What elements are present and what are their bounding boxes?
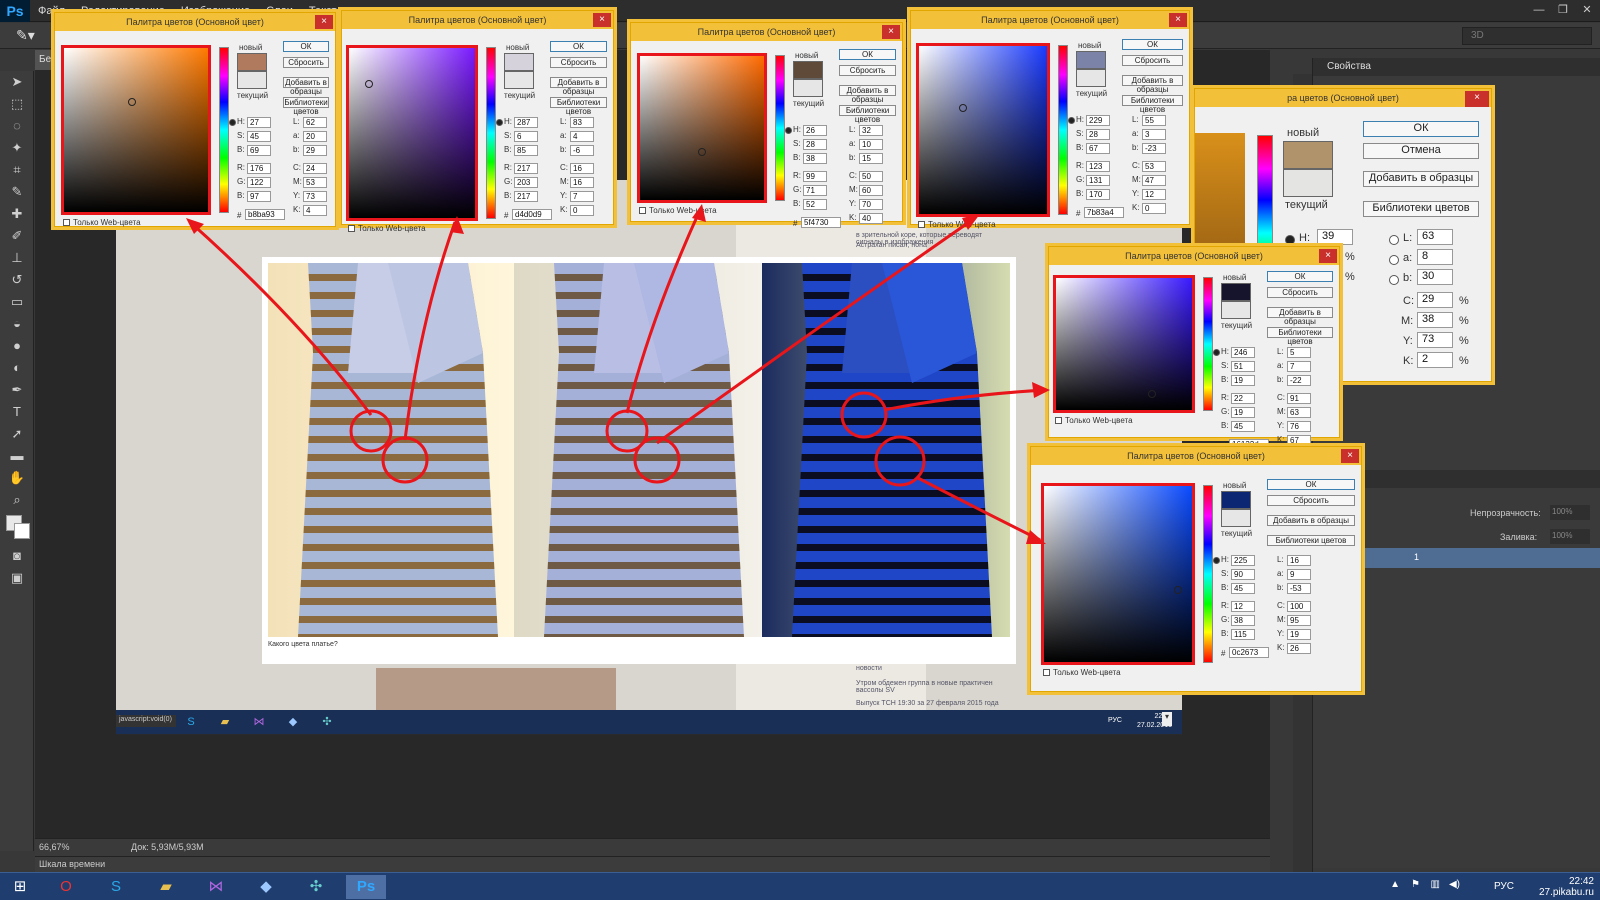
visual-studio-icon[interactable]: ⋈ bbox=[196, 875, 236, 899]
opera-icon[interactable]: O bbox=[46, 875, 86, 899]
screen: Ps Файл Редактирование Изображение Слои … bbox=[0, 0, 1600, 900]
clock[interactable]: 22:42 27.pikabu.ru bbox=[1539, 876, 1594, 898]
arrow-2 bbox=[403, 221, 457, 441]
arrow-4 bbox=[656, 216, 976, 445]
windows-icon[interactable]: ⊞ bbox=[0, 875, 40, 899]
language-indicator[interactable]: РУС bbox=[1494, 881, 1514, 892]
circle-6 bbox=[874, 435, 926, 487]
flag-icon[interactable]: ⚑ bbox=[1411, 879, 1420, 890]
arrow-3 bbox=[625, 209, 702, 414]
arrowhead-3 bbox=[692, 204, 706, 222]
dev-icon[interactable]: ✣ bbox=[296, 875, 336, 899]
arrow-1 bbox=[189, 220, 373, 416]
clock-time: 22:42 bbox=[1568, 876, 1594, 887]
circle-4 bbox=[633, 436, 681, 484]
arrowhead-5 bbox=[1032, 382, 1050, 398]
network-icon[interactable]: ▥ bbox=[1431, 879, 1440, 890]
annotation-overlay bbox=[186, 204, 1050, 544]
circle-1 bbox=[349, 409, 393, 453]
arrowhead-6 bbox=[1026, 530, 1046, 544]
windows-taskbar: ⊞ O S ▰ ⋈ ◆ ✣ Ps ▲ ⚑ ▥ ◀) РУС 22:42 27.p… bbox=[0, 872, 1600, 900]
skype-icon[interactable]: S bbox=[96, 875, 136, 899]
arrow-6 bbox=[917, 476, 1041, 542]
box-icon[interactable]: ◆ bbox=[246, 875, 286, 899]
clock-date: 27.pikabu.ru bbox=[1538, 887, 1594, 898]
tray-arrow-icon[interactable]: ▲ bbox=[1390, 879, 1400, 890]
arrowhead-2 bbox=[450, 216, 464, 234]
arrow-5 bbox=[883, 388, 1046, 412]
volume-icon[interactable]: ◀) bbox=[1449, 879, 1460, 890]
annotation-circles bbox=[349, 391, 926, 487]
photoshop-icon[interactable]: Ps bbox=[346, 875, 386, 899]
circle-5 bbox=[840, 391, 888, 439]
circle-2 bbox=[381, 436, 429, 484]
annotation-arrows bbox=[189, 209, 1046, 542]
arrowhead-4 bbox=[962, 214, 980, 230]
folder-icon[interactable]: ▰ bbox=[146, 875, 186, 899]
